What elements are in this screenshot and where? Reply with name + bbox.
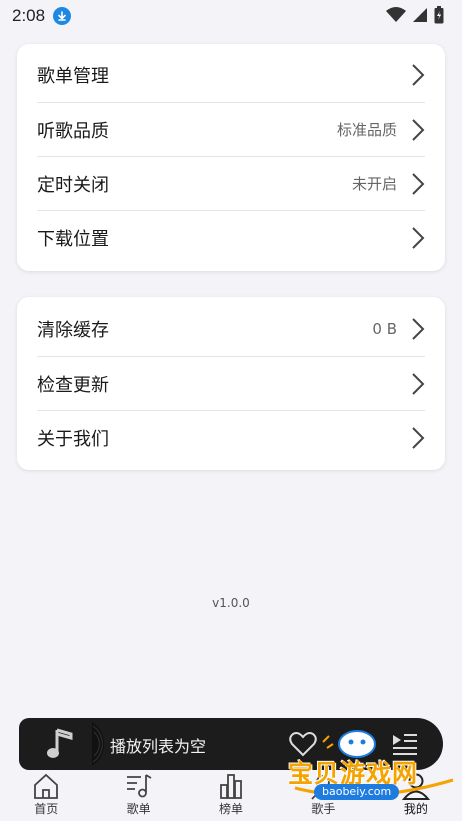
row-audio-quality[interactable]: 听歌品质 标准品质 <box>37 103 425 157</box>
settings-card-2: 清除缓存 0 B 检查更新 关于我们 <box>17 297 445 470</box>
nav-label: 歌手 <box>311 802 336 816</box>
row-value: 未开启 <box>351 175 397 193</box>
chevron-right-icon <box>412 317 425 340</box>
chevron-right-icon <box>412 118 425 141</box>
nav-label: 我的 <box>403 802 428 816</box>
status-time: 2:08 <box>12 6 46 25</box>
row-label: 关于我们 <box>37 429 109 450</box>
nav-item-playlist[interactable]: 歌单 <box>92 770 184 821</box>
row-label: 检查更新 <box>37 374 109 396</box>
row-about-us[interactable]: 关于我们 <box>37 411 425 465</box>
signal-icon <box>413 8 427 22</box>
battery-icon <box>434 6 444 24</box>
chevron-right-icon <box>412 64 425 86</box>
row-clear-cache[interactable]: 清除缓存 0 B <box>37 297 425 357</box>
chevron-right-icon <box>412 427 425 449</box>
wifi-icon <box>386 7 406 22</box>
nav-label: 榜单 <box>219 802 244 816</box>
row-download-location[interactable]: 下载位置 <box>37 211 425 265</box>
nav-label: 歌单 <box>126 802 151 816</box>
chevron-right-icon <box>412 227 425 249</box>
settings-card-1: 歌单管理 听歌品质 标准品质 定时关闭 未开启 下载位置 <box>17 44 445 271</box>
status-bar: 2:08 <box>0 0 462 32</box>
row-value: 标准品质 <box>336 121 397 139</box>
chevron-right-icon <box>412 372 425 395</box>
row-check-update[interactable]: 检查更新 <box>37 357 425 411</box>
status-icons <box>386 6 444 24</box>
row-label: 清除缓存 <box>37 319 109 341</box>
row-value: 0 B <box>372 319 397 338</box>
nav-item-chart[interactable]: 榜单 <box>185 770 277 821</box>
row-label: 歌单管理 <box>37 66 109 87</box>
playlist-icon <box>126 774 152 798</box>
row-sleep-timer[interactable]: 定时关闭 未开启 <box>37 157 425 211</box>
home-icon <box>34 773 59 799</box>
row-label: 听歌品质 <box>37 120 109 142</box>
watermark-url: baobeiy.com <box>314 784 400 800</box>
nav-item-home[interactable]: 首页 <box>0 770 92 821</box>
nav-label: 首页 <box>34 802 59 816</box>
chevron-right-icon <box>412 172 425 195</box>
row-label: 下载位置 <box>37 229 109 250</box>
row-playlist-manage[interactable]: 歌单管理 <box>37 44 425 103</box>
music-note-disc-icon <box>47 722 105 766</box>
player-status-text: 播放列表为空 <box>110 737 207 756</box>
version-label: v1.0.0 <box>212 596 250 610</box>
row-label: 定时关闭 <box>37 174 109 196</box>
download-icon <box>53 7 72 25</box>
chart-icon <box>220 774 242 799</box>
